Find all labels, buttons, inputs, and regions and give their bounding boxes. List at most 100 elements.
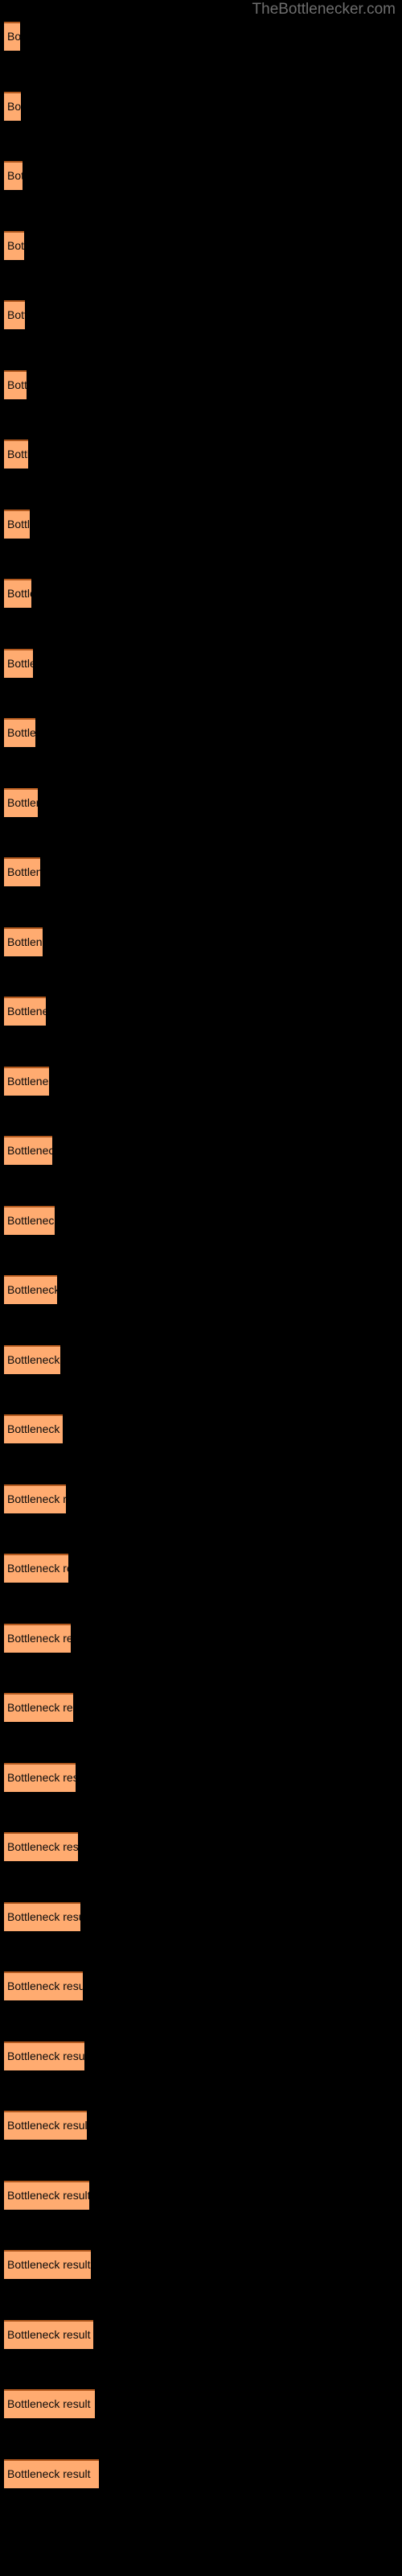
bar-row[interactable]: Bottleneck result xyxy=(4,510,30,539)
bar[interactable] xyxy=(4,579,31,608)
bar[interactable] xyxy=(4,1971,83,2000)
bar-row[interactable]: Bottleneck result xyxy=(4,2111,87,2140)
bar-row[interactable]: Bottleneck result xyxy=(4,1902,80,1931)
bar-row[interactable]: Bottleneck result xyxy=(4,1763,76,1792)
bar-row[interactable]: Bottleneck result xyxy=(4,927,43,956)
bar[interactable] xyxy=(4,22,20,51)
bar-clip: Bottleneck result xyxy=(4,1624,71,1653)
bar-row[interactable]: Bottleneck result xyxy=(4,718,35,747)
bar[interactable] xyxy=(4,2459,99,2488)
bar[interactable] xyxy=(4,2181,89,2210)
bar[interactable] xyxy=(4,2041,84,2070)
bar-clip: Bottleneck result xyxy=(4,2111,87,2140)
bar[interactable] xyxy=(4,231,24,260)
bar-clip: Bottleneck result xyxy=(4,440,28,469)
bar-row[interactable]: Bottleneck result xyxy=(4,92,21,121)
bar-clip: Bottleneck result xyxy=(4,2459,99,2488)
bar[interactable] xyxy=(4,1902,80,1931)
bar-clip: Bottleneck result xyxy=(4,1067,49,1096)
bar-row[interactable]: Bottleneck result xyxy=(4,649,33,678)
bar-row[interactable]: Bottleneck result xyxy=(4,2041,84,2070)
bar-clip: Bottleneck result xyxy=(4,1832,78,1861)
bar-clip: Bottleneck result xyxy=(4,2250,91,2279)
bar-row[interactable]: Bottleneck result xyxy=(4,2320,93,2349)
bar-clip: Bottleneck result xyxy=(4,718,35,747)
bar-clip: Bottleneck result xyxy=(4,1763,76,1792)
bar[interactable] xyxy=(4,1345,60,1374)
bar-clip: Bottleneck result xyxy=(4,92,21,121)
bottleneck-bar-chart: TheBottlenecker.com Bottleneck resultBot… xyxy=(0,0,402,2576)
bar-row[interactable]: Bottleneck result xyxy=(4,788,38,817)
bar[interactable] xyxy=(4,440,28,469)
bar[interactable] xyxy=(4,92,21,121)
bar-row[interactable]: Bottleneck result xyxy=(4,161,23,190)
bar-row[interactable]: Bottleneck result xyxy=(4,1275,57,1304)
bar[interactable] xyxy=(4,788,38,817)
bar[interactable] xyxy=(4,2250,91,2279)
bar-row[interactable]: Bottleneck result xyxy=(4,579,31,608)
bar[interactable] xyxy=(4,857,40,886)
bar-row[interactable]: Bottleneck result xyxy=(4,1554,68,1583)
bar[interactable] xyxy=(4,1275,57,1304)
bar-row[interactable]: Bottleneck result xyxy=(4,1832,78,1861)
bar[interactable] xyxy=(4,2320,93,2349)
bar[interactable] xyxy=(4,718,35,747)
bar-clip: Bottleneck result xyxy=(4,1971,83,2000)
bar-clip: Bottleneck result xyxy=(4,1275,57,1304)
bar[interactable] xyxy=(4,1832,78,1861)
bar-clip: Bottleneck result xyxy=(4,1414,63,1443)
bar[interactable] xyxy=(4,927,43,956)
bar[interactable] xyxy=(4,370,27,399)
bar-clip: Bottleneck result xyxy=(4,997,46,1026)
bar[interactable] xyxy=(4,300,25,329)
bar[interactable] xyxy=(4,649,33,678)
bar-row[interactable]: Bottleneck result xyxy=(4,1136,52,1165)
bar-clip: Bottleneck result xyxy=(4,161,23,190)
bar-clip: Bottleneck result xyxy=(4,2041,84,2070)
bar-row[interactable]: Bottleneck result xyxy=(4,2181,89,2210)
bar-clip: Bottleneck result xyxy=(4,2320,93,2349)
bar[interactable] xyxy=(4,510,30,539)
bar-row[interactable]: Bottleneck result xyxy=(4,2459,99,2488)
bar-row[interactable]: Bottleneck result xyxy=(4,1345,60,1374)
bar-row[interactable]: Bottleneck result xyxy=(4,370,27,399)
bar-clip: Bottleneck result xyxy=(4,2389,95,2418)
bar-row[interactable]: Bottleneck result xyxy=(4,1624,71,1653)
bar[interactable] xyxy=(4,2389,95,2418)
bar-clip: Bottleneck result xyxy=(4,231,24,260)
bar[interactable] xyxy=(4,1624,71,1653)
bar-row[interactable]: Bottleneck result xyxy=(4,1414,63,1443)
bar-clip: Bottleneck result xyxy=(4,857,40,886)
bar-clip: Bottleneck result xyxy=(4,1554,68,1583)
bar-row[interactable]: Bottleneck result xyxy=(4,1971,83,2000)
bar[interactable] xyxy=(4,1763,76,1792)
bar[interactable] xyxy=(4,1206,55,1235)
bar[interactable] xyxy=(4,1554,68,1583)
bar-row[interactable]: Bottleneck result xyxy=(4,2250,91,2279)
bar-clip: Bottleneck result xyxy=(4,927,43,956)
bar-row[interactable]: Bottleneck result xyxy=(4,22,20,51)
bar-row[interactable]: Bottleneck result xyxy=(4,997,46,1026)
bar[interactable] xyxy=(4,1484,66,1513)
bars-layer: Bottleneck result Bottleneck result Bottle… xyxy=(0,0,402,2576)
bar-row[interactable]: Bottleneck result xyxy=(4,440,28,469)
bar[interactable] xyxy=(4,1693,73,1722)
bar-clip: Bottleneck result xyxy=(4,1136,52,1165)
bar-row[interactable]: Bottleneck result xyxy=(4,1484,66,1513)
bar[interactable] xyxy=(4,161,23,190)
bar-row[interactable]: Bottleneck result xyxy=(4,857,40,886)
bar-clip: Bottleneck result xyxy=(4,788,38,817)
bar[interactable] xyxy=(4,997,46,1026)
bar-row[interactable]: Bottleneck result xyxy=(4,1206,55,1235)
bar-row[interactable]: Bottleneck result xyxy=(4,1693,73,1722)
bar-row[interactable]: Bottleneck result xyxy=(4,231,24,260)
bar[interactable] xyxy=(4,1414,63,1443)
bar[interactable] xyxy=(4,1136,52,1165)
bar[interactable] xyxy=(4,2111,87,2140)
bar-clip: Bottleneck result xyxy=(4,1345,60,1374)
bar-clip: Bottleneck result xyxy=(4,510,30,539)
bar[interactable] xyxy=(4,1067,49,1096)
bar-row[interactable]: Bottleneck result xyxy=(4,2389,95,2418)
bar-row[interactable]: Bottleneck result xyxy=(4,1067,49,1096)
bar-row[interactable]: Bottleneck result xyxy=(4,300,25,329)
